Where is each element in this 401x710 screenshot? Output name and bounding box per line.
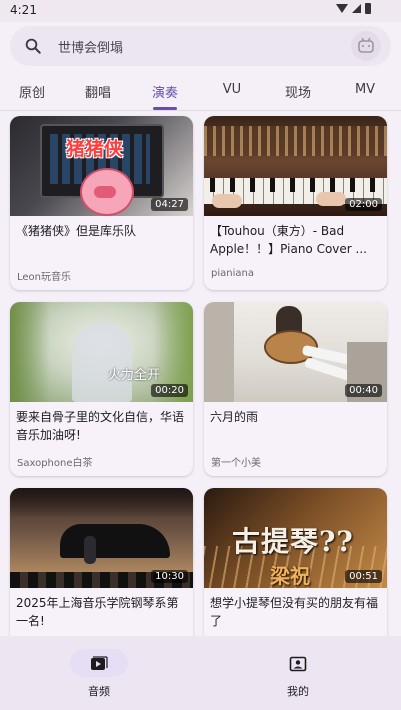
tab-cover[interactable]: 翻唱 [85, 82, 111, 101]
video-author[interactable]: Leon玩音乐 [17, 268, 71, 283]
video-card[interactable]: 00:40 六月的雨 第一个小美 [204, 302, 387, 476]
video-thumbnail[interactable]: 02:00 [204, 116, 387, 216]
video-duration: 02:00 [345, 198, 382, 211]
search-input[interactable]: 世博会倒塌 [58, 37, 123, 56]
video-card[interactable]: 古提琴?? 梁祝 00:51 想学小提琴但没有买的朋友有福了 [204, 488, 387, 636]
avatar[interactable] [351, 31, 381, 61]
thumbnail-caption: 古提琴?? [232, 525, 354, 558]
video-library-icon [91, 656, 108, 670]
video-thumbnail[interactable]: 猪猪侠 04:27 [10, 116, 193, 216]
video-thumbnail[interactable]: 00:40 [204, 302, 387, 402]
search-bar[interactable]: 世博会倒塌 [10, 26, 391, 66]
tab-original[interactable]: 原创 [19, 82, 45, 101]
tab-live[interactable]: 现场 [285, 82, 311, 101]
tab-vu[interactable]: VU [223, 82, 241, 97]
bilibili-tv-icon [358, 37, 374, 53]
video-duration: 04:27 [151, 198, 188, 211]
thumbnail-caption: 猪猪侠 [66, 138, 124, 160]
video-thumbnail[interactable]: 火力全开 00:20 [10, 302, 193, 402]
nav-label-audio: 音频 [88, 685, 110, 698]
video-title[interactable]: 2025年上海音乐学院钢琴系第一名! [16, 594, 188, 630]
video-title[interactable]: 要来自骨子里的文化自信，华语音乐加油呀! [16, 408, 188, 444]
nav-item-audio[interactable]: 音频 [0, 636, 200, 710]
tab-mv[interactable]: MV [355, 82, 375, 97]
video-title[interactable]: 【Touhou（東方）- Bad Apple！！】Piano Cover ... [210, 222, 382, 258]
video-card[interactable]: 02:00 【Touhou（東方）- Bad Apple！！】Piano Cov… [204, 116, 387, 290]
profile-icon [289, 656, 307, 672]
status-icons [336, 3, 371, 14]
video-title[interactable]: 六月的雨 [210, 408, 382, 426]
video-card[interactable]: 火力全开 00:20 要来自骨子里的文化自信，华语音乐加油呀! Saxophon… [10, 302, 193, 476]
search-icon[interactable] [24, 37, 42, 55]
video-duration: 00:40 [345, 384, 382, 397]
tab-indicator [153, 107, 177, 110]
video-card[interactable]: 猪猪侠 04:27 《猪猪侠》但是库乐队 Leon玩音乐 [10, 116, 193, 290]
bottom-navigation: 音频 我的 [0, 636, 401, 710]
video-duration: 00:51 [345, 570, 382, 583]
status-time: 4:21 [10, 3, 37, 17]
video-title[interactable]: 《猪猪侠》但是库乐队 [16, 222, 188, 240]
video-title[interactable]: 想学小提琴但没有买的朋友有福了 [210, 594, 382, 630]
battery-icon [365, 3, 371, 14]
video-thumbnail[interactable]: 10:30 [10, 488, 193, 588]
video-grid: 猪猪侠 04:27 《猪猪侠》但是库乐队 Leon玩音乐 02:00 【Touh… [0, 112, 401, 636]
wifi-icon [336, 4, 348, 13]
video-duration: 10:30 [151, 570, 188, 583]
video-card[interactable]: 10:30 2025年上海音乐学院钢琴系第一名! [10, 488, 193, 636]
video-duration: 00:20 [151, 384, 188, 397]
thumbnail-caption: 火力全开 [108, 368, 161, 383]
video-author[interactable]: pianiana [211, 268, 254, 279]
video-thumbnail[interactable]: 古提琴?? 梁祝 00:51 [204, 488, 387, 588]
video-author[interactable]: Saxophone白茶 [17, 454, 93, 469]
signal-icon [352, 4, 361, 13]
nav-item-mine[interactable]: 我的 [200, 636, 400, 710]
video-author[interactable]: 第一个小美 [211, 454, 261, 469]
category-tabs: 原创 翻唱 演奏 VU 现场 MV [0, 72, 401, 111]
status-bar: 4:21 [0, 0, 401, 22]
thumbnail-subcaption: 梁祝 [270, 564, 310, 588]
nav-label-mine: 我的 [287, 685, 309, 698]
tab-performance[interactable]: 演奏 [152, 82, 178, 101]
